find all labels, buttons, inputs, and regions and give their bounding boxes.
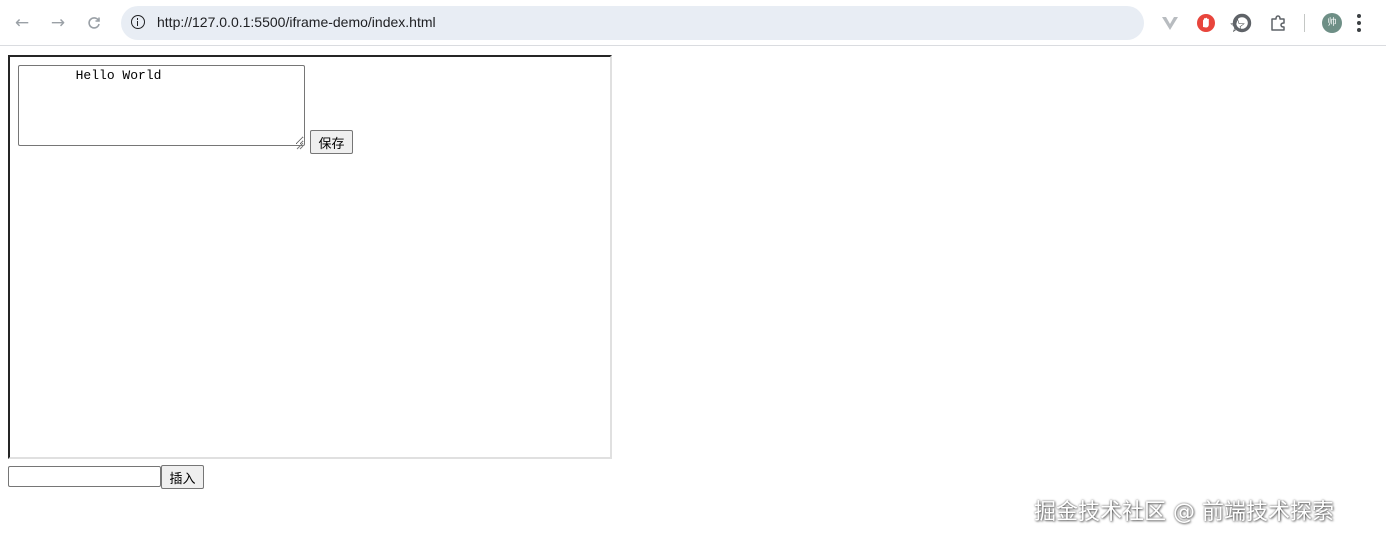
- adblock-icon[interactable]: [1196, 13, 1216, 33]
- browser-toolbar: ← → http://127.0.0.1:5500/iframe-demo/in…: [0, 0, 1386, 46]
- toolbar-divider: [1304, 14, 1305, 32]
- resize-grip-svg: [296, 142, 304, 150]
- reload-icon-svg: [88, 17, 100, 29]
- forward-arrow-icon[interactable]: →: [46, 11, 70, 35]
- kebab-menu-icon[interactable]: [1357, 14, 1361, 32]
- save-button[interactable]: 保存: [310, 130, 353, 154]
- puzzle-icon[interactable]: [1268, 13, 1288, 33]
- insert-button[interactable]: 插入: [161, 465, 204, 489]
- resize-grip-icon[interactable]: [296, 137, 304, 150]
- insert-text-input[interactable]: [8, 466, 161, 487]
- profile-avatar[interactable]: 帅: [1322, 13, 1342, 33]
- url-text[interactable]: http://127.0.0.1:5500/iframe-demo/index.…: [157, 14, 436, 30]
- info-icon[interactable]: [131, 15, 145, 29]
- iframe-textarea[interactable]: Hello World: [18, 65, 305, 146]
- back-arrow-icon[interactable]: ←: [10, 11, 34, 35]
- iframe-frame: Hello World 保存: [8, 55, 612, 459]
- circle-extension-icon[interactable]: [1232, 13, 1252, 33]
- address-bar[interactable]: http://127.0.0.1:5500/iframe-demo/index.…: [121, 6, 1246, 40]
- watermark-text: 掘金技术社区 @ 前端技术探索: [1034, 500, 1334, 525]
- reload-icon[interactable]: [82, 11, 106, 35]
- vue-devtools-icon[interactable]: [1160, 13, 1180, 33]
